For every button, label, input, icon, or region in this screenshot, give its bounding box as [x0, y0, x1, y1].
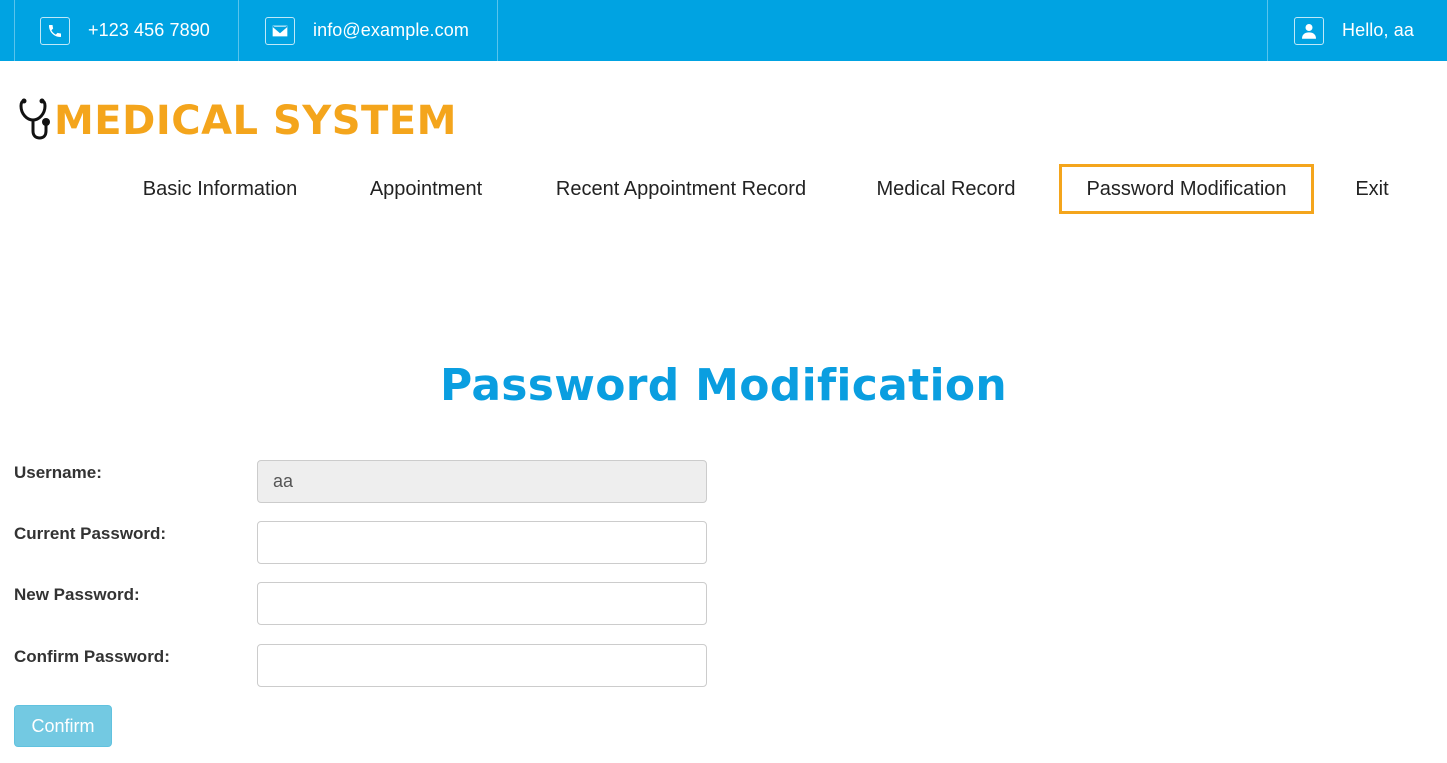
user-greeting[interactable]: Hello, aa	[1294, 0, 1414, 61]
nav-password-modification[interactable]: Password Modification	[1059, 164, 1314, 214]
nav-recent-appointment-record[interactable]: Recent Appointment Record	[530, 164, 832, 214]
new-password-field[interactable]	[257, 582, 707, 625]
email-contact: info@example.com	[265, 0, 469, 61]
phone-contact: +123 456 7890	[40, 0, 210, 61]
username-field[interactable]	[257, 460, 707, 503]
stethoscope-icon	[16, 97, 52, 146]
nav-medical-record[interactable]: Medical Record	[856, 164, 1036, 214]
site-logo[interactable]: MEDICAL SYSTEM	[16, 96, 457, 146]
page-title: Password Modification	[439, 360, 1008, 411]
confirm-password-label: Confirm Password:	[14, 647, 170, 666]
divider	[497, 0, 498, 61]
divider	[238, 0, 239, 61]
new-password-label: New Password:	[14, 585, 140, 604]
divider	[14, 0, 15, 61]
top-bar: +123 456 7890 info@example.com Hello, aa	[0, 0, 1447, 61]
envelope-icon	[265, 16, 295, 45]
main-nav: Basic Information Appointment Recent App…	[0, 164, 1447, 214]
divider	[1267, 0, 1268, 61]
phone-number: +123 456 7890	[88, 20, 210, 40]
nav-appointment[interactable]: Appointment	[345, 164, 507, 214]
user-icon	[1294, 16, 1324, 45]
username-label: Username:	[14, 463, 102, 482]
current-password-label: Current Password:	[14, 524, 167, 543]
confirm-button[interactable]: Confirm	[14, 705, 112, 747]
nav-exit[interactable]: Exit	[1340, 164, 1404, 214]
current-password-field[interactable]	[257, 521, 707, 564]
phone-icon	[40, 16, 70, 45]
confirm-password-field[interactable]	[257, 644, 707, 687]
email-address: info@example.com	[313, 20, 469, 40]
greeting-text: Hello, aa	[1342, 20, 1414, 40]
logo-text: MEDICAL SYSTEM	[54, 98, 457, 144]
nav-basic-information[interactable]: Basic Information	[120, 164, 320, 214]
